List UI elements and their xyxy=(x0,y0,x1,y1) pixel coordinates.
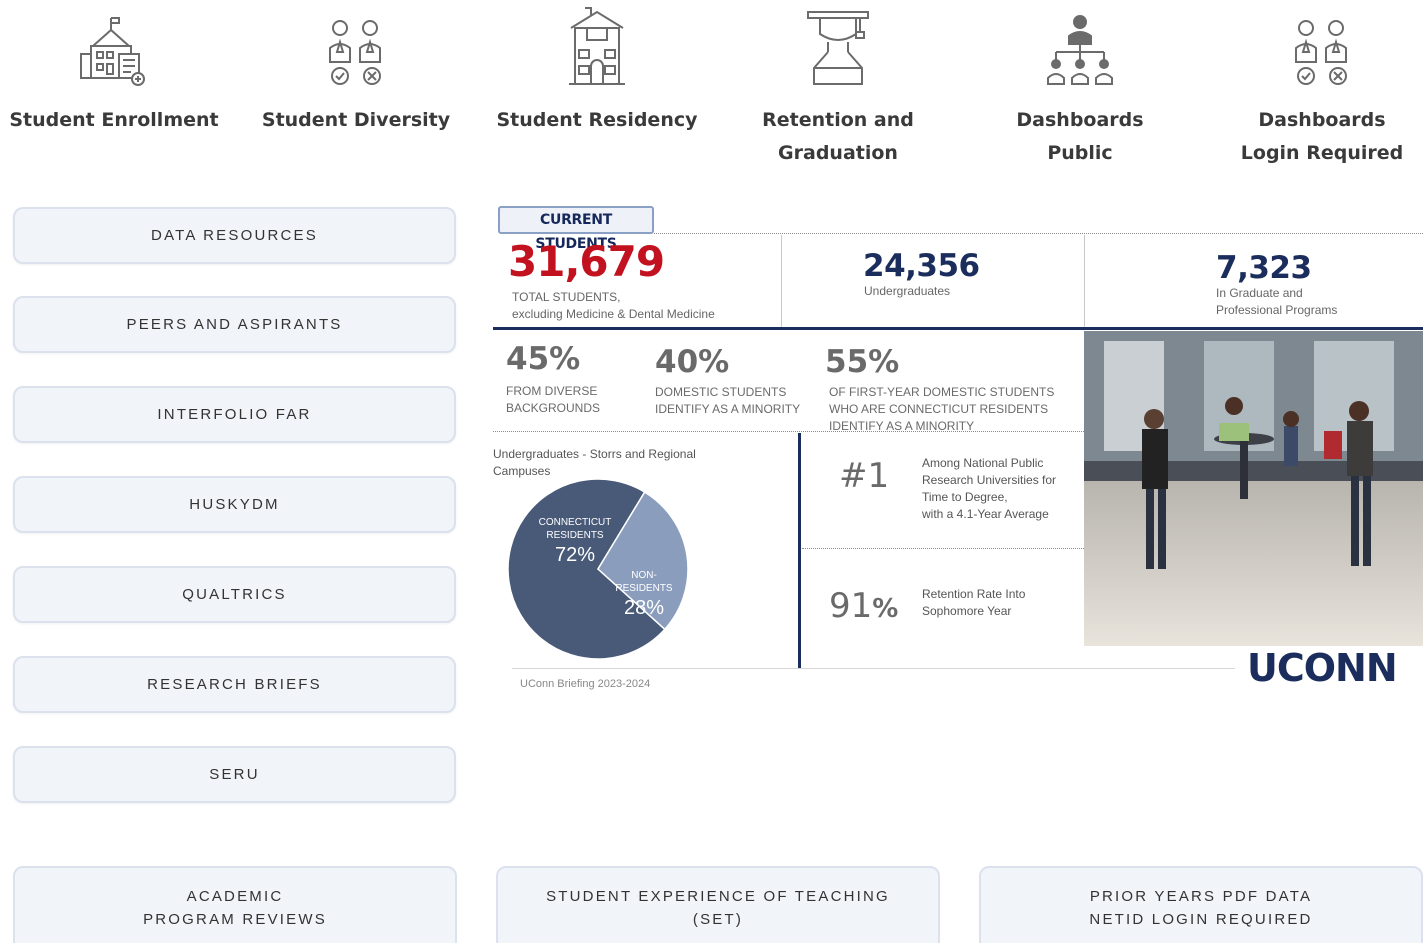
undergraduates-caption: Undergraduates xyxy=(864,284,951,298)
nav-label: Student Enrollment xyxy=(9,109,219,131)
nav-student-enrollment[interactable]: Student Enrollment xyxy=(0,0,234,175)
retention-value: 91% xyxy=(829,586,899,626)
current-students-infographic[interactable]: CURRENT STUDENTS 31,679 TOTAL STUDENTS, … xyxy=(492,203,1423,698)
nav-dashboards-public[interactable]: Dashboards Public xyxy=(960,0,1200,175)
academic-program-reviews-button[interactable]: ACADEMIC PROGRAM REVIEWS xyxy=(13,866,457,943)
student-experience-of-teaching-button[interactable]: STUDENT EXPERIENCE OF TEACHING (SET) xyxy=(496,866,940,943)
nav-student-diversity[interactable]: Student Diversity xyxy=(236,0,476,175)
org-chart-icon xyxy=(1047,15,1113,85)
data-resources-button[interactable]: DATA RESOURCES xyxy=(13,207,456,264)
nav-dashboards-login[interactable]: Dashboards Login Required xyxy=(1202,0,1423,175)
students-photo xyxy=(1084,331,1423,646)
nav-label: Student Residency xyxy=(496,109,698,131)
current-students-badge: CURRENT STUDENTS xyxy=(498,206,654,252)
rank-caption: Among National Public Research Universit… xyxy=(922,456,1057,521)
retention-caption: Retention Rate Into Sophomore Year xyxy=(922,587,1026,618)
divider xyxy=(781,235,782,327)
stat-diverse-value: 45% xyxy=(506,341,581,377)
huskydm-button[interactable]: HUSKYDM xyxy=(13,476,456,533)
stat-diverse-caption: FROM DIVERSE BACKGROUNDS xyxy=(506,384,601,415)
nav-label: Dashboards Login Required xyxy=(1240,109,1404,164)
nav-retention-graduation[interactable]: Retention and Graduation xyxy=(718,0,958,175)
divider xyxy=(798,433,801,668)
divider xyxy=(654,233,1423,234)
graduation-cap-icon xyxy=(807,11,869,85)
stat-ct-minority-caption: OF FIRST-YEAR DOMESTIC STUDENTS WHO ARE … xyxy=(829,385,1055,433)
school-building-icon xyxy=(80,17,145,86)
divider xyxy=(802,548,1084,549)
uconn-logo: UCONN xyxy=(1247,646,1398,690)
briefing-source: UConn Briefing 2023-2024 xyxy=(520,678,651,690)
total-students-value: 31,679 xyxy=(508,237,665,286)
seru-button[interactable]: SERU xyxy=(13,746,456,803)
nav-label: Retention and Graduation xyxy=(762,109,914,164)
stat-minority-caption: DOMESTIC STUDENTS IDENTIFY AS A MINORITY xyxy=(655,385,801,416)
stat-ct-minority-value: 55% xyxy=(825,344,900,380)
stat-minority-value: 40% xyxy=(655,344,730,380)
rank-value: #1 xyxy=(839,456,890,496)
interfolio-far-button[interactable]: INTERFOLIO FAR xyxy=(13,386,456,443)
peers-and-aspirants-button[interactable]: PEERS AND ASPIRANTS xyxy=(13,296,456,353)
top-navigation: Student Enrollment Student Diversity Stu… xyxy=(0,0,1423,180)
prior-years-pdf-data-button[interactable]: PRIOR YEARS PDF DATA NETID LOGIN REQUIRE… xyxy=(979,866,1423,943)
nav-student-residency[interactable]: Student Residency xyxy=(477,0,717,175)
pie-chart-title: Undergraduates - Storrs and Regional Cam… xyxy=(493,447,696,478)
people-check-icon xyxy=(329,20,381,85)
divider xyxy=(1084,235,1085,327)
pie-label-nonresidents: NON- RESIDENTS 28% xyxy=(615,570,673,619)
qualtrics-button[interactable]: QUALTRICS xyxy=(13,566,456,623)
divider xyxy=(493,327,1423,330)
pie-label-residents: CONNECTICUT RESIDENTS 72% xyxy=(538,517,612,566)
research-briefs-button[interactable]: RESEARCH BRIEFS xyxy=(13,656,456,713)
divider xyxy=(512,668,1235,669)
people-check-icon xyxy=(1295,20,1347,85)
graduate-value: 7,323 xyxy=(1216,250,1312,286)
house-icon xyxy=(569,7,625,85)
graduate-caption: In Graduate and Professional Programs xyxy=(1216,286,1338,317)
nav-label: Student Diversity xyxy=(261,109,451,131)
divider xyxy=(493,431,1084,432)
total-students-caption: TOTAL STUDENTS, excluding Medicine & Den… xyxy=(512,290,715,321)
undergraduates-value: 24,356 xyxy=(863,248,980,284)
nav-label: Dashboards Public xyxy=(1016,109,1144,164)
